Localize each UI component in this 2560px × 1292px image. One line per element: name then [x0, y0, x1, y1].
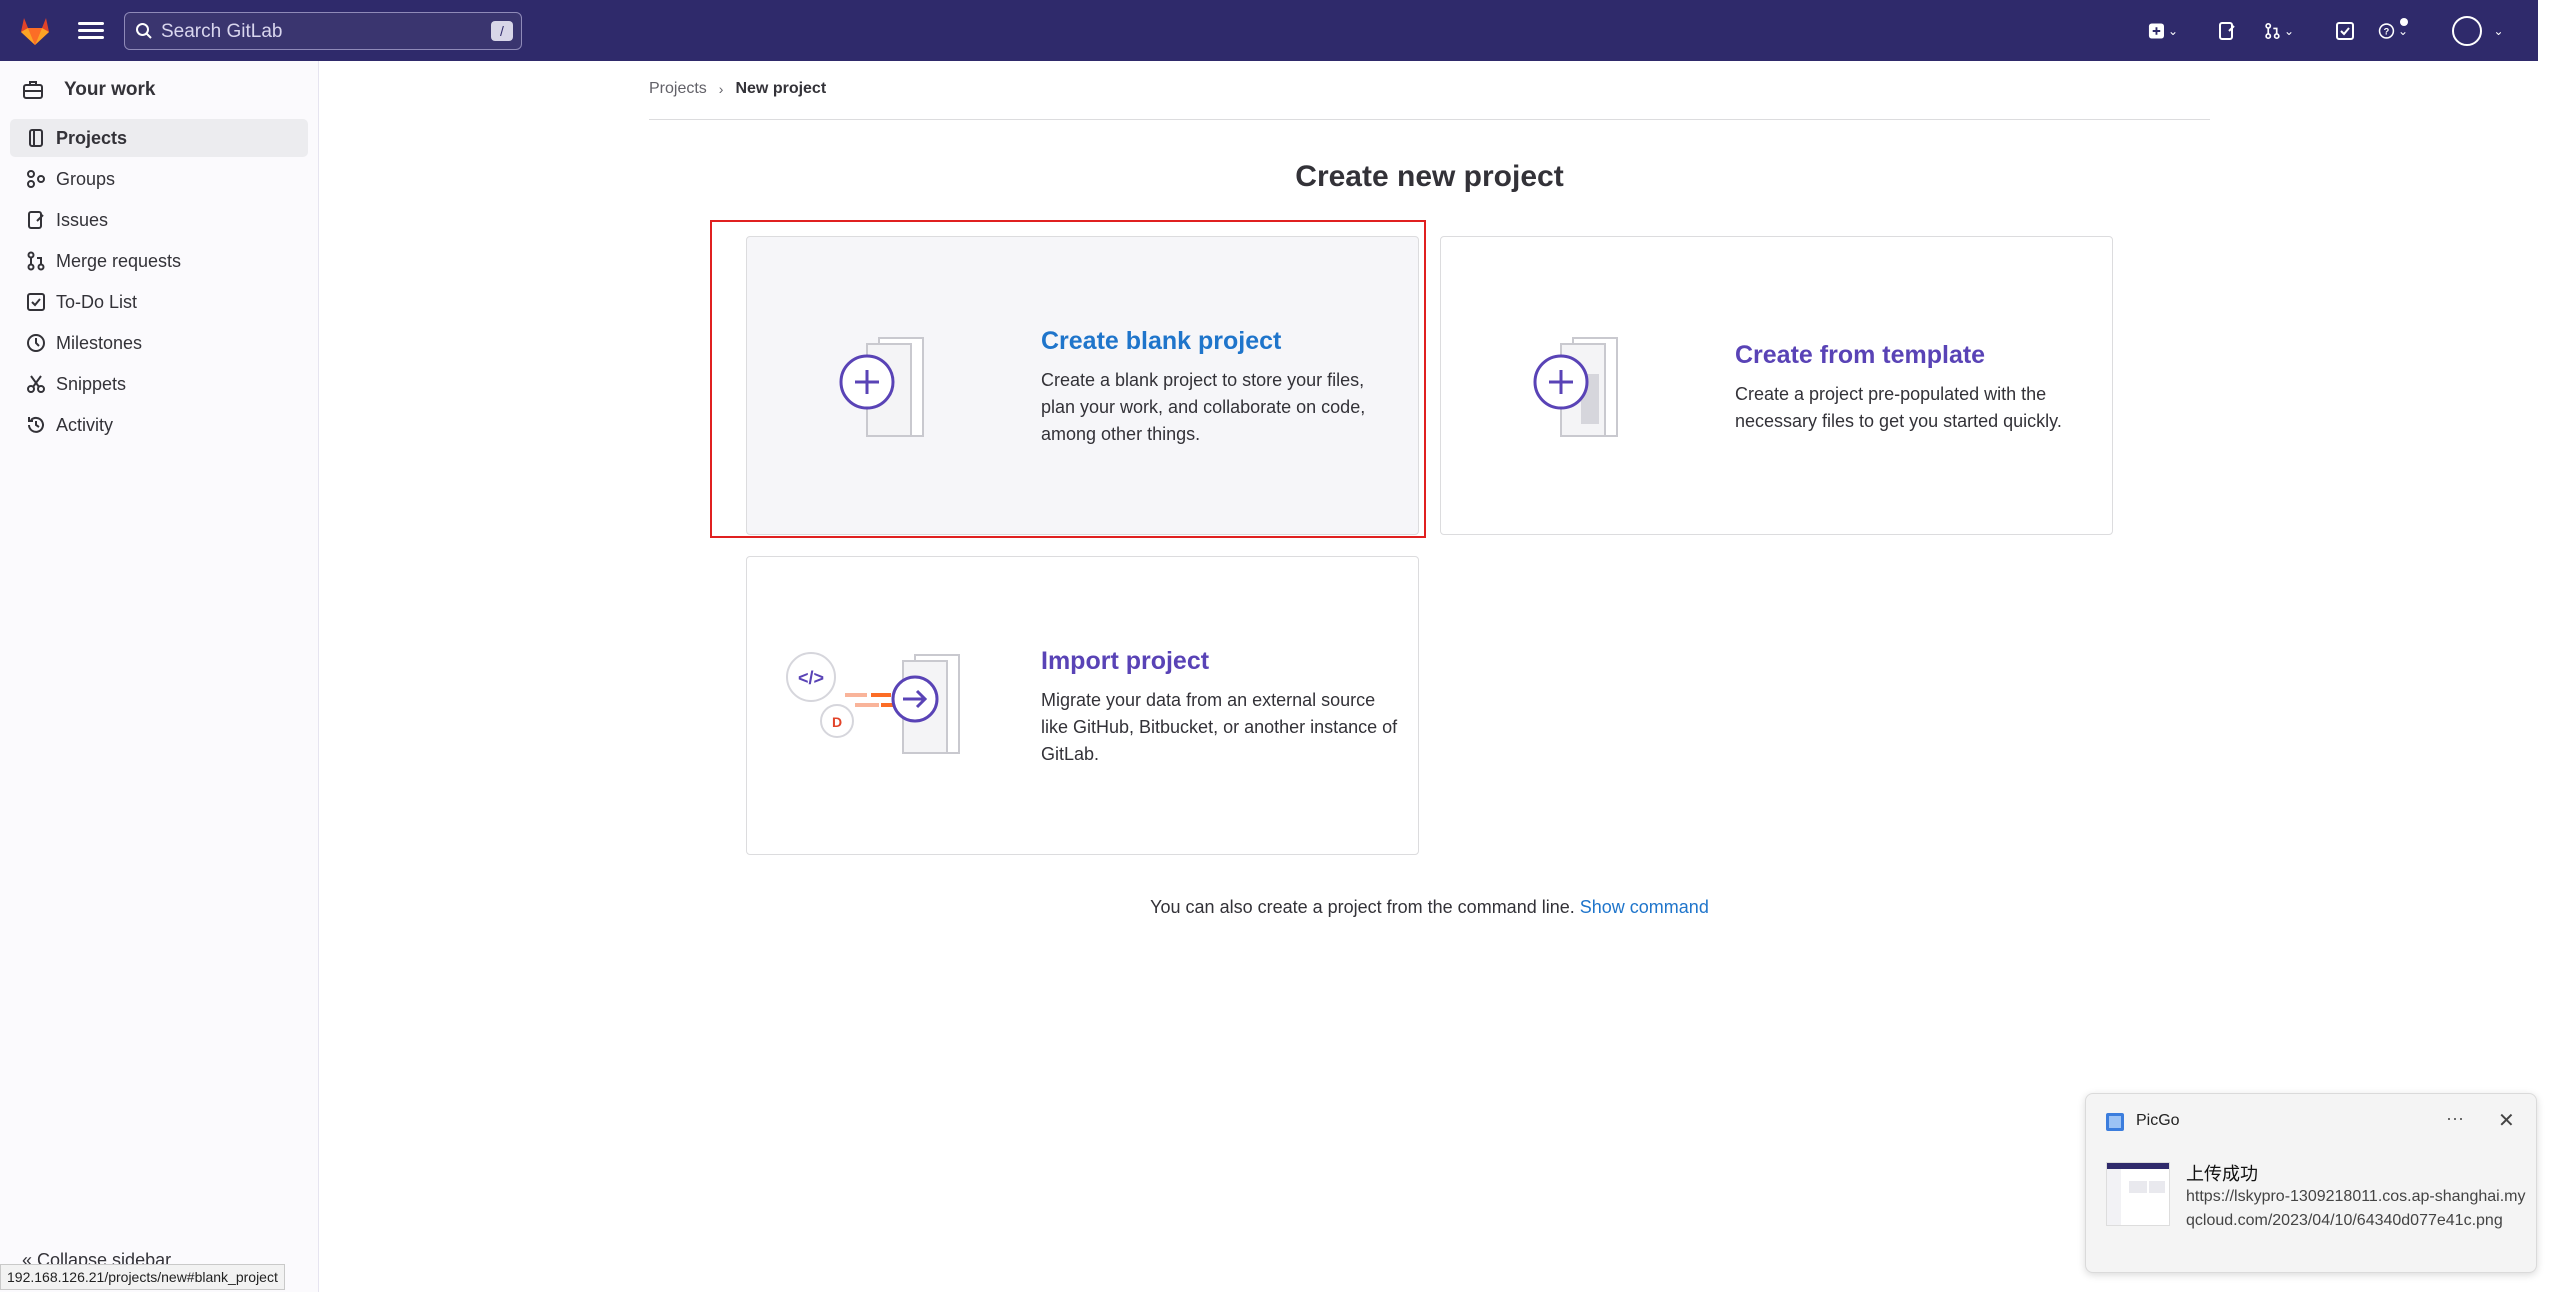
avatar[interactable]: [2452, 16, 2482, 46]
gitlab-logo[interactable]: [18, 14, 52, 48]
sidebar-item-label: Projects: [56, 127, 128, 148]
notification-thumbnail: [2106, 1162, 2170, 1226]
divider: [649, 119, 2210, 120]
annotation-highlight-box: [710, 220, 1426, 538]
briefcase-icon: [23, 81, 43, 99]
sidebar-item-label: Activity: [56, 414, 114, 435]
todo-icon[interactable]: [2330, 16, 2360, 46]
picgo-notification[interactable]: PicGo ··· ✕ 上传成功 https://lskypro-1309218…: [2085, 1093, 2537, 1273]
svg-text:</>: </>: [798, 668, 824, 688]
create-new-icon[interactable]: ⌄: [2148, 16, 2178, 46]
notification-dot: [2400, 18, 2408, 26]
sidebar-item-label: Groups: [56, 168, 116, 189]
card-description: Migrate your data from an external sourc…: [1041, 690, 1398, 764]
svg-text:D: D: [832, 714, 842, 730]
breadcrumb: Projects › New project: [649, 80, 826, 98]
sidebar-item-label: Merge requests: [56, 250, 182, 271]
chevron-down-icon[interactable]: ⌄: [2482, 16, 2512, 46]
sidebar-item-activity[interactable]: Activity: [10, 406, 308, 444]
browser-status-url: 192.168.126.21/projects/new#blank_projec…: [0, 1264, 285, 1290]
card-title[interactable]: Create from template: [1735, 341, 1985, 370]
your-work-heading: Your work: [22, 75, 156, 105]
notification-app-name: PicGo: [2136, 1112, 2180, 1129]
sidebar-item-merge-requests[interactable]: Merge requests: [10, 242, 308, 280]
create-from-template-card[interactable]: Create from template Create a project pr…: [1440, 236, 2113, 535]
svg-text:?: ?: [2384, 26, 2390, 36]
command-line-text: You can also create a project from the c…: [1150, 897, 1575, 917]
merge-requests-icon[interactable]: ⌄: [2264, 16, 2294, 46]
sidebar-item-label: Milestones: [56, 332, 143, 353]
sidebar-nav: Projects Groups Issues Merge requests To…: [10, 119, 308, 447]
import-project-illustration: </> D: [786, 652, 960, 754]
merge-request-icon: [27, 251, 45, 271]
sidebar: Your work Projects Groups Issues Merge r…: [0, 61, 319, 1292]
breadcrumb-current[interactable]: New project: [735, 80, 826, 98]
history-icon: [28, 416, 44, 433]
picgo-app-icon: [2106, 1113, 2124, 1131]
more-options-icon[interactable]: ···: [2446, 1108, 2464, 1129]
close-icon[interactable]: ✕: [2498, 1108, 2515, 1133]
todo-icon: [27, 293, 45, 311]
sidebar-item-projects[interactable]: Projects: [10, 119, 308, 157]
search-icon: [136, 23, 152, 39]
issues-icon: [28, 211, 44, 229]
sidebar-item-issues[interactable]: Issues: [10, 201, 308, 239]
group-icon: [27, 170, 45, 188]
card-title[interactable]: Import project: [1041, 647, 1209, 676]
menu-icon[interactable]: [78, 18, 104, 44]
show-command-link[interactable]: Show command: [1580, 897, 1709, 917]
search-shortcut-key: /: [491, 21, 513, 41]
sidebar-item-groups[interactable]: Groups: [10, 160, 308, 198]
issues-icon[interactable]: [2212, 16, 2242, 46]
notification-title: 上传成功: [2186, 1164, 2258, 1184]
sidebar-item-milestones[interactable]: Milestones: [10, 324, 308, 362]
sidebar-item-label: Issues: [56, 209, 109, 230]
sidebar-item-todo-list[interactable]: To-Do List: [10, 283, 308, 321]
top-bar: / ⌄ ⌄ ? ⌄ ⌄: [0, 0, 2538, 61]
clock-icon: [27, 334, 45, 352]
chevron-right-icon: ›: [718, 81, 724, 97]
breadcrumb-projects-link[interactable]: Projects: [649, 80, 707, 98]
sidebar-item-snippets[interactable]: Snippets: [10, 365, 308, 403]
search-box[interactable]: /: [124, 12, 522, 51]
card-description: Create a project pre-populated with the …: [1735, 384, 2062, 431]
scissors-icon: [27, 375, 45, 393]
command-line-hint: You can also create a project from the c…: [649, 897, 2210, 918]
your-work-label: Your work: [64, 79, 156, 100]
import-project-card[interactable]: </> D Import project Migrate your data f…: [746, 556, 1419, 855]
project-icon: [29, 129, 43, 147]
template-project-illustration: [1533, 337, 1618, 437]
sidebar-item-label: To-Do List: [56, 291, 138, 312]
search-input[interactable]: [159, 13, 483, 51]
sidebar-item-label: Snippets: [56, 373, 127, 394]
notification-body: https://lskypro-1309218011.cos.ap-shangh…: [2186, 1188, 2526, 1229]
screenshot-thumbnail-icon: [2107, 1163, 2169, 1225]
page-title: Create new project: [1295, 160, 1564, 193]
